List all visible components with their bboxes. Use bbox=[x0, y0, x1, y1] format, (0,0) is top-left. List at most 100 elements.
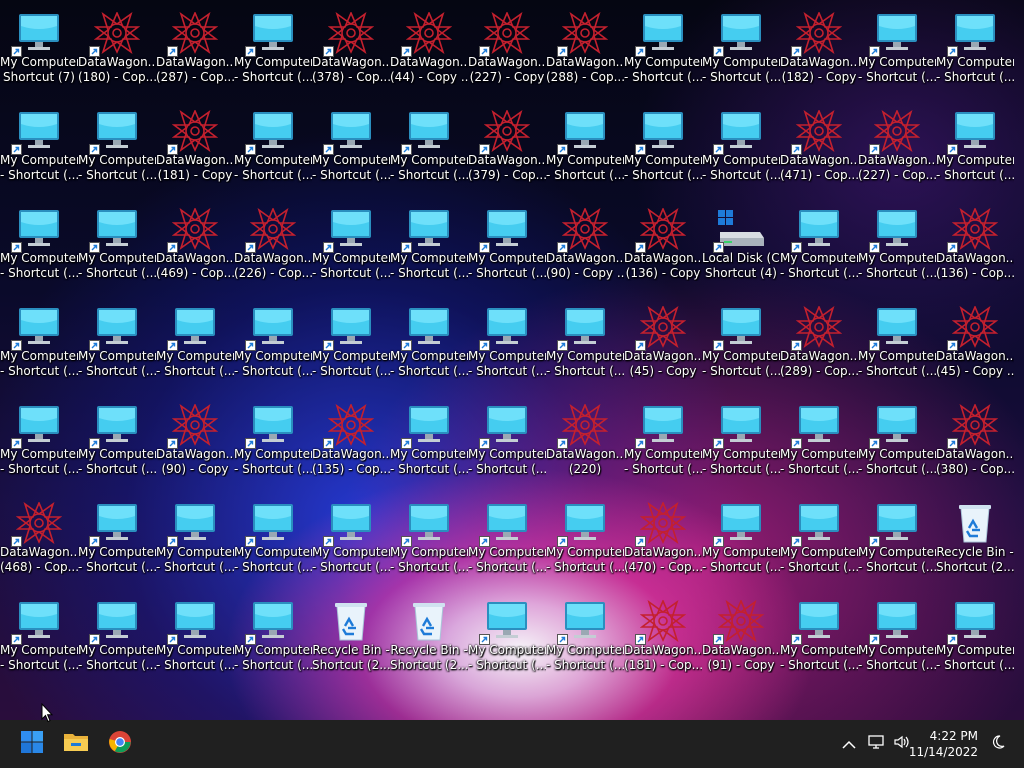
desktop-icon[interactable]: My Computer - Shortcut (... bbox=[624, 4, 702, 102]
desktop-icon[interactable]: Recycle Bin - Shortcut (2... bbox=[936, 494, 1014, 592]
desktop-icon[interactable]: My Computer - Shortcut (... bbox=[234, 298, 312, 396]
desktop-icon[interactable]: Local Disk (C) Shortcut (4) bbox=[702, 200, 780, 298]
desktop-icon[interactable]: Recycle Bin - Shortcut (2... bbox=[390, 592, 468, 690]
desktop-icon[interactable]: DataWagon... (220) bbox=[546, 396, 624, 494]
desktop-icon[interactable]: My Computer - Shortcut (... bbox=[468, 494, 546, 592]
desktop-icon[interactable]: DataWagon... (136) - Copy bbox=[624, 200, 702, 298]
desktop-icon[interactable]: My Computer - Shortcut (... bbox=[312, 102, 390, 200]
desktop-icon[interactable]: My Computer - Shortcut (... bbox=[936, 592, 1014, 690]
desktop-icon[interactable]: My Computer - Shortcut (... bbox=[78, 396, 156, 494]
desktop-icon[interactable]: My Computer - Shortcut (... bbox=[624, 102, 702, 200]
desktop-icon[interactable]: My Computer - Shortcut (... bbox=[780, 494, 858, 592]
desktop-icon[interactable]: My Computer - Shortcut (... bbox=[0, 298, 78, 396]
desktop-icon[interactable]: My Computer - Shortcut (... bbox=[780, 200, 858, 298]
desktop-icon[interactable]: My Computer - Shortcut (... bbox=[858, 592, 936, 690]
desktop-icon[interactable]: My Computer - Shortcut (... bbox=[234, 396, 312, 494]
desktop-icon[interactable]: My Computer - Shortcut (... bbox=[0, 200, 78, 298]
desktop-icon[interactable]: Recycle Bin - Shortcut (2... bbox=[312, 592, 390, 690]
desktop-icon[interactable]: My Computer - Shortcut (... bbox=[390, 396, 468, 494]
desktop-icon[interactable]: My Computer - Shortcut (... bbox=[780, 396, 858, 494]
desktop-icon[interactable]: DataWagon... (469) - Cop... bbox=[156, 200, 234, 298]
desktop-icon[interactable]: My Computer - Shortcut (... bbox=[390, 200, 468, 298]
desktop-icon[interactable]: My Computer - Shortcut (... bbox=[858, 200, 936, 298]
desktop-icon[interactable]: My Computer - Shortcut (... bbox=[702, 494, 780, 592]
desktop-icon[interactable]: My Computer - Shortcut (... bbox=[78, 298, 156, 396]
desktop-icon[interactable]: My Computer - Shortcut (... bbox=[234, 494, 312, 592]
desktop-icon[interactable]: My Computer - Shortcut (... bbox=[780, 592, 858, 690]
desktop-icon[interactable]: My Computer - Shortcut (... bbox=[156, 298, 234, 396]
desktop-icon[interactable]: My Computer - Shortcut (... bbox=[468, 298, 546, 396]
desktop-icon[interactable]: DataWagon... (226) - Cop... bbox=[234, 200, 312, 298]
desktop-icon[interactable]: DataWagon... (227) - Cop... bbox=[858, 102, 936, 200]
desktop-icon[interactable]: DataWagon... (90) - Copy bbox=[156, 396, 234, 494]
desktop-icon[interactable]: My Computer - Shortcut (... bbox=[624, 396, 702, 494]
desktop-icon[interactable]: My Computer Shortcut (7) bbox=[0, 4, 78, 102]
desktop-icon[interactable]: DataWagon... (45) - Copy bbox=[624, 298, 702, 396]
desktop-icon[interactable]: DataWagon... (378) - Cop... bbox=[312, 4, 390, 102]
desktop-icon[interactable]: My Computer - Shortcut (... bbox=[0, 396, 78, 494]
desktop-icon[interactable]: My Computer - Shortcut (... bbox=[78, 592, 156, 690]
desktop-icon[interactable]: DataWagon... (288) - Cop... bbox=[546, 4, 624, 102]
desktop-icon[interactable]: DataWagon... (91) - Copy bbox=[702, 592, 780, 690]
desktop-icon[interactable]: DataWagon... (181) - Copy bbox=[156, 102, 234, 200]
network-button[interactable] bbox=[864, 732, 888, 756]
show-hidden-icons-button[interactable] bbox=[838, 732, 860, 756]
desktop-icon[interactable]: My Computer - Shortcut (... bbox=[702, 4, 780, 102]
desktop-icon[interactable]: DataWagon... (380) - Cop... bbox=[936, 396, 1014, 494]
desktop-icon[interactable]: My Computer - Shortcut (... bbox=[78, 200, 156, 298]
desktop-icon[interactable]: DataWagon... (182) - Copy bbox=[780, 4, 858, 102]
desktop-icon[interactable]: My Computer - Shortcut (... bbox=[390, 102, 468, 200]
desktop-icon[interactable]: My Computer - Shortcut (... bbox=[858, 298, 936, 396]
desktop-icon[interactable]: My Computer - Shortcut (... bbox=[234, 4, 312, 102]
desktop-icon[interactable]: DataWagon... (379) - Cop... bbox=[468, 102, 546, 200]
desktop-icon[interactable]: My Computer - Shortcut (... bbox=[936, 102, 1014, 200]
desktop-icon[interactable]: DataWagon... (289) - Cop... bbox=[780, 298, 858, 396]
desktop-icon[interactable]: My Computer - Shortcut (... bbox=[858, 396, 936, 494]
desktop-icon[interactable]: My Computer - Shortcut (... bbox=[78, 494, 156, 592]
desktop-icon[interactable]: DataWagon... (287) - Cop... bbox=[156, 4, 234, 102]
clock[interactable]: 4:22 PM 11/14/2022 bbox=[908, 728, 978, 760]
desktop-icon[interactable]: My Computer - Shortcut (... bbox=[0, 102, 78, 200]
desktop-icon[interactable]: My Computer - Shortcut (... bbox=[936, 4, 1014, 102]
desktop-icon[interactable]: My Computer - Shortcut (... bbox=[858, 494, 936, 592]
desktop-icon[interactable]: DataWagon... (135) - Cop... bbox=[312, 396, 390, 494]
desktop-icon[interactable]: My Computer - Shortcut (... bbox=[546, 298, 624, 396]
start-button[interactable] bbox=[12, 724, 52, 764]
desktop-icon[interactable]: DataWagon... (90) - Copy ... bbox=[546, 200, 624, 298]
desktop-icon[interactable]: DataWagon... (136) - Cop... bbox=[936, 200, 1014, 298]
desktop-icon[interactable]: My Computer - Shortcut (... bbox=[858, 4, 936, 102]
desktop-icon[interactable]: DataWagon... (468) - Cop... bbox=[0, 494, 78, 592]
desktop-icon[interactable]: DataWagon... (471) - Cop... bbox=[780, 102, 858, 200]
desktop-icon[interactable]: My Computer - Shortcut (... bbox=[312, 494, 390, 592]
desktop-icon[interactable]: DataWagon... (470) - Cop... bbox=[624, 494, 702, 592]
file-explorer-button[interactable] bbox=[56, 724, 96, 764]
desktop-icon[interactable]: My Computer - Shortcut (... bbox=[312, 298, 390, 396]
desktop-icon[interactable]: DataWagon... (45) - Copy ... bbox=[936, 298, 1014, 396]
notifications-button[interactable] bbox=[986, 732, 1010, 756]
desktop-icon[interactable]: DataWagon... (227) - Copy bbox=[468, 4, 546, 102]
desktop-icon[interactable]: My Computer - Shortcut (... bbox=[468, 592, 546, 690]
desktop-icon[interactable]: DataWagon... (44) - Copy ... bbox=[390, 4, 468, 102]
desktop-icon[interactable]: My Computer - Shortcut (... bbox=[702, 396, 780, 494]
desktop-icon[interactable]: My Computer - Shortcut (... bbox=[234, 102, 312, 200]
desktop-icon[interactable]: My Computer - Shortcut (... bbox=[546, 102, 624, 200]
chrome-button[interactable] bbox=[100, 724, 140, 764]
desktop-icon[interactable]: My Computer - Shortcut (... bbox=[546, 592, 624, 690]
desktop-icon[interactable]: My Computer - Shortcut (... bbox=[312, 200, 390, 298]
desktop-icon[interactable]: DataWagon... (181) - Cop... bbox=[624, 592, 702, 690]
desktop-icon[interactable]: My Computer - Shortcut (... bbox=[390, 494, 468, 592]
desktop-icon[interactable]: My Computer - Shortcut (... bbox=[156, 592, 234, 690]
desktop-icon[interactable]: My Computer - Shortcut (... bbox=[546, 494, 624, 592]
desktop-icon[interactable]: My Computer - Shortcut (... bbox=[390, 298, 468, 396]
desktop-icon[interactable]: My Computer - Shortcut (... bbox=[0, 592, 78, 690]
desktop-icon[interactable]: My Computer - Shortcut (... bbox=[468, 396, 546, 494]
label-line-2: - Shortcut (... bbox=[468, 560, 546, 574]
desktop-icon[interactable]: My Computer - Shortcut (... bbox=[468, 200, 546, 298]
desktop-icon[interactable]: My Computer - Shortcut (... bbox=[156, 494, 234, 592]
desktop-icon[interactable]: My Computer - Shortcut (... bbox=[702, 298, 780, 396]
desktop-icon[interactable]: My Computer - Shortcut (... bbox=[234, 592, 312, 690]
desktop-icon[interactable]: DataWagon... (180) - Cop... bbox=[78, 4, 156, 102]
desktop-icon[interactable]: My Computer - Shortcut (... bbox=[702, 102, 780, 200]
desktop-icon[interactable]: My Computer - Shortcut (... bbox=[78, 102, 156, 200]
desktop-icon-label: My Computer - Shortcut (... bbox=[78, 545, 156, 575]
